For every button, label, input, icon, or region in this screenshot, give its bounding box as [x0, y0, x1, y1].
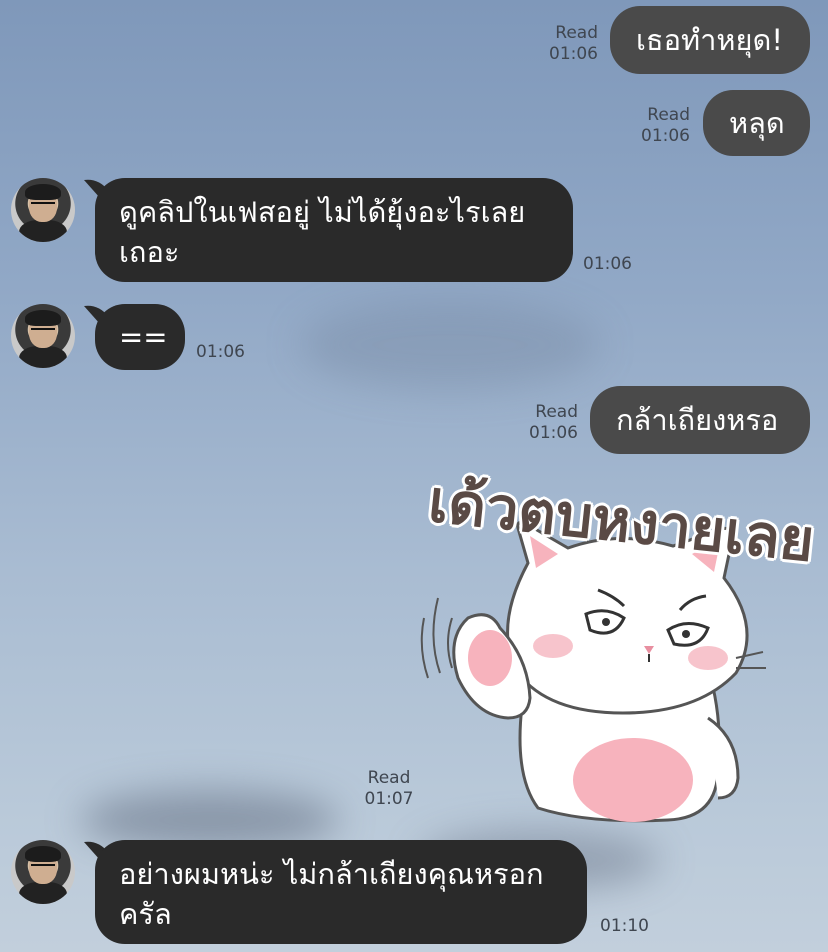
incoming-message-bubble[interactable]: ==	[95, 304, 185, 370]
avatar-glasses	[31, 202, 55, 209]
avatar-shirt	[19, 346, 67, 368]
background-cloud	[300, 300, 600, 390]
read-receipt: Read 01:06	[510, 402, 578, 444]
contact-avatar[interactable]	[11, 178, 75, 242]
avatar-hair	[25, 184, 61, 200]
message-text: เธอทำหยุด!	[636, 23, 783, 57]
avatar-hair	[25, 846, 61, 862]
message-time: 01:06	[583, 254, 632, 274]
read-label: Read	[555, 23, 598, 43]
message-time: 01:06	[529, 423, 578, 443]
incoming-message-bubble[interactable]: ดูคลิปในเฟสอยู่ ไม่ได้ยุ้งอะไรเลย เถอะ	[95, 178, 573, 282]
message-text: ==	[119, 320, 168, 354]
message-time: 01:06	[196, 342, 245, 362]
message-text: อย่างผมหน่ะ ไม่กล้าเถียงคุณหรอก ครัล	[119, 857, 544, 931]
avatar-shirt	[19, 882, 67, 904]
contact-avatar[interactable]	[11, 840, 75, 904]
outgoing-message-bubble[interactable]: กล้าเถียงหรอ	[590, 386, 810, 454]
message-text: ดูคลิปในเฟสอยู่ ไม่ได้ยุ้งอะไรเลย เถอะ	[119, 195, 526, 269]
read-label: Read	[367, 768, 411, 788]
contact-avatar[interactable]	[11, 304, 75, 368]
message-time: 01:06	[549, 44, 598, 64]
read-label: Read	[535, 402, 578, 422]
read-receipt: Read 01:07	[355, 768, 423, 810]
read-receipt: Read 01:06	[530, 23, 598, 65]
message-time: 01:10	[600, 916, 649, 936]
avatar-hair	[25, 310, 61, 326]
outgoing-message-bubble[interactable]: หลุด	[703, 90, 810, 156]
message-time: 01:06	[641, 126, 690, 146]
message-text: กล้าเถียงหรอ	[616, 403, 779, 437]
outgoing-message-bubble[interactable]: เธอทำหยุด!	[610, 6, 810, 74]
message-time: 01:07	[364, 789, 414, 809]
avatar-glasses	[31, 328, 55, 335]
avatar-shirt	[19, 220, 67, 242]
incoming-message-bubble[interactable]: อย่างผมหน่ะ ไม่กล้าเถียงคุณหรอก ครัล	[95, 840, 587, 944]
angry-cat-sticker[interactable]: เด้วตบหงายเลย	[418, 467, 828, 824]
read-label: Read	[647, 105, 690, 125]
read-receipt: Read 01:06	[622, 105, 690, 147]
avatar-glasses	[31, 864, 55, 871]
message-text: หลุด	[729, 106, 785, 140]
